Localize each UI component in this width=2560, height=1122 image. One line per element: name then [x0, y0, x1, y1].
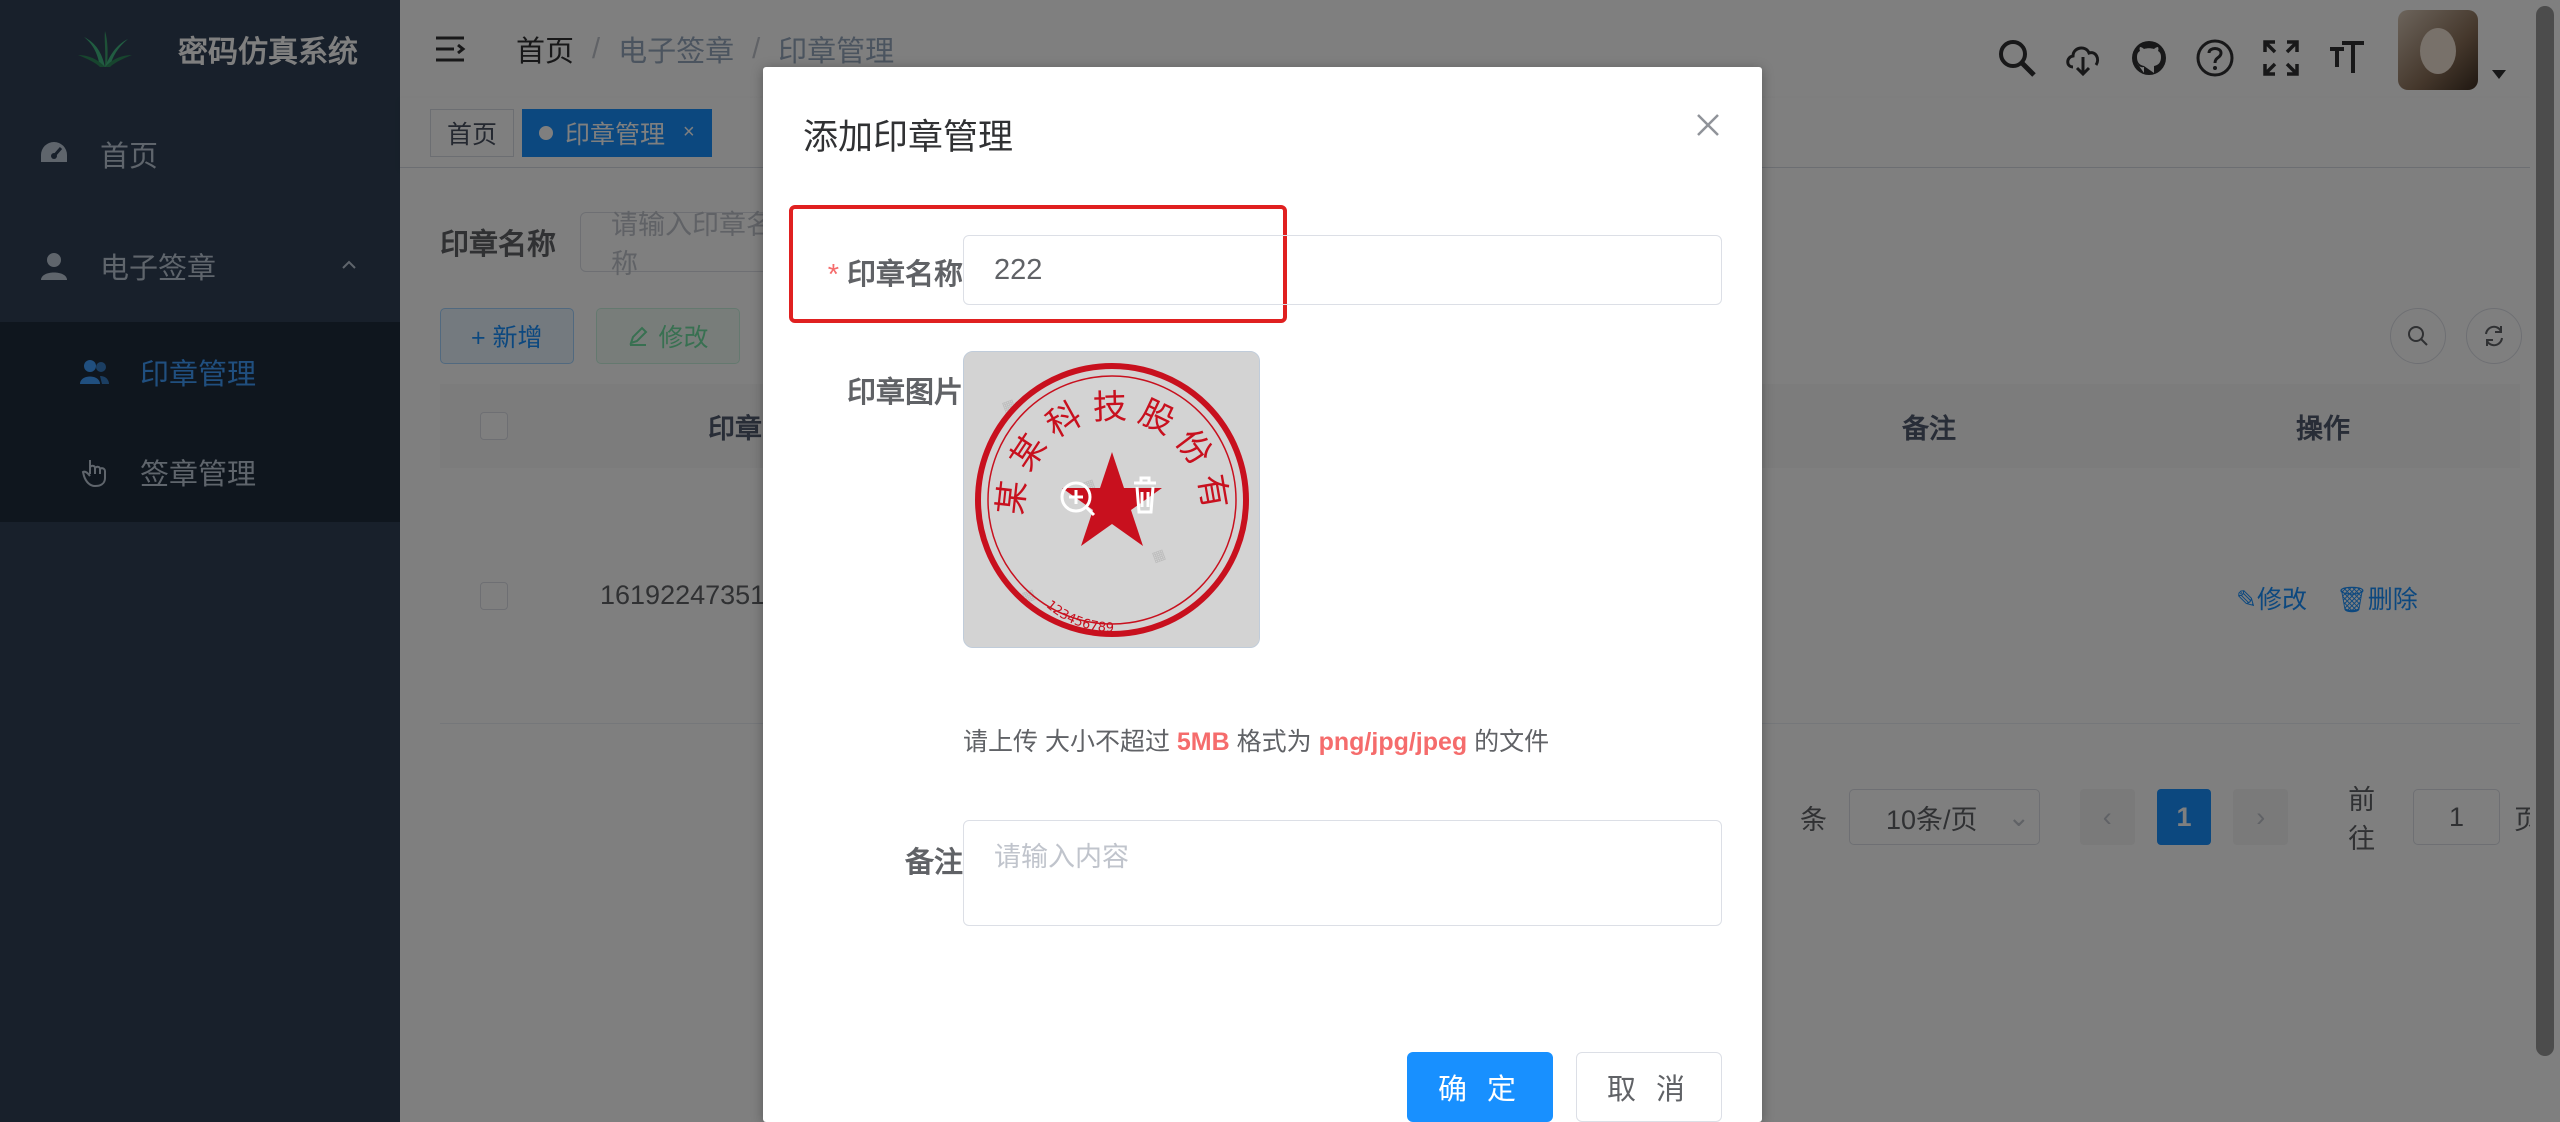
required-mark: * — [827, 259, 839, 291]
seal-name-label-text: 印章名称 — [846, 259, 963, 291]
tip-formats: png/jpg/jpeg — [1318, 728, 1468, 756]
remark-textarea[interactable]: 请输入内容 — [963, 820, 1722, 926]
seal-image-upload[interactable]: ▦ ▦ ▦ ▦ 某某科技股份有限公司 123456789 — [963, 351, 1260, 648]
close-icon[interactable] — [1694, 111, 1722, 139]
add-seal-dialog: 添加印章管理 *印章名称 222 印章图片 ▦ ▦ ▦ ▦ 某某科技股份有限公司… — [763, 67, 1762, 1122]
seal-image: ▦ ▦ ▦ ▦ 某某科技股份有限公司 123456789 — [964, 352, 1259, 647]
cancel-button[interactable]: 取 消 — [1576, 1052, 1722, 1122]
seal-name-input[interactable]: 222 — [963, 235, 1722, 305]
scrollbar-thumb[interactable] — [2536, 6, 2554, 1056]
scrollbar[interactable] — [2530, 0, 2560, 1122]
confirm-button[interactable]: 确 定 — [1407, 1052, 1553, 1122]
seal-name-label: * 印章名称 — [763, 251, 963, 293]
remark-label: 备注 — [904, 847, 963, 879]
seal-image-label: 印章图片 — [846, 377, 963, 409]
tip-suffix: 的文件 — [1467, 728, 1550, 756]
tip-mid: 格式为 — [1229, 728, 1319, 756]
tip-prefix: 请上传 大小不超过 — [963, 728, 1177, 756]
tip-size: 5MB — [1176, 728, 1230, 756]
dialog-title: 添加印章管理 — [803, 118, 1014, 157]
upload-tip: 请上传 大小不超过 5MB 格式为 png/jpg/jpeg 的文件 — [963, 722, 1549, 758]
